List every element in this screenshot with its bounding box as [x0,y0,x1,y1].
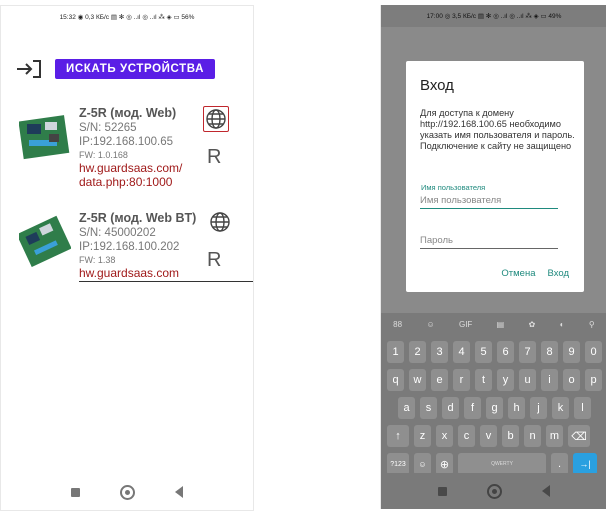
key-row-4: ?123 ☺ ⊕ QWERTY . →| [387,453,597,475]
key[interactable]: o [563,369,580,391]
key[interactable]: h [508,397,525,419]
key[interactable]: e [431,369,448,391]
key[interactable]: u [519,369,536,391]
key[interactable]: a [398,397,415,419]
r-button[interactable]: R [207,249,221,272]
status-bar: 17:00 ◎ 3,5 КБ/с ▤ ✻ ◎ ..ıl ◎ ..ıl ⁂ ◈ ▭… [381,5,606,27]
controller-board-image [16,215,72,268]
key[interactable]: 1 [387,341,404,363]
toolbar-theme-icon[interactable]: ◐ [560,320,565,329]
toolbar-clipboard-icon[interactable]: ▤ [497,320,505,329]
space-key[interactable]: QWERTY [458,453,546,475]
key[interactable]: s [420,397,437,419]
controller-board-image [18,112,71,164]
key[interactable]: 9 [563,341,580,363]
symbols-key[interactable]: ?123 [387,453,409,475]
key[interactable]: r [453,369,470,391]
key[interactable]: n [524,425,541,447]
back-button[interactable] [175,486,183,498]
system-nav-bar [1,474,253,510]
key[interactable]: 2 [409,341,426,363]
home-button[interactable] [487,483,502,499]
device-link[interactable]: hw.guardsaas.com [79,266,253,282]
enter-key[interactable]: →| [573,453,597,475]
key[interactable]: d [442,397,459,419]
login-button[interactable]: Вход [548,268,570,279]
dialog-actions: Отмена Вход [501,268,569,279]
home-button[interactable] [120,484,135,500]
key[interactable]: 8 [541,341,558,363]
globe-icon[interactable] [209,211,231,233]
dialog-title: Вход [420,77,454,94]
toolbar-gif-button[interactable]: GIF [459,320,472,329]
key[interactable]: t [475,369,492,391]
language-key[interactable]: ⊕ [436,453,453,475]
toolbar-apps-icon[interactable]: 88 [393,320,402,329]
key-row-numbers: 1 2 3 4 5 6 7 8 9 0 [387,341,602,363]
login-icon[interactable] [15,58,43,80]
search-devices-button[interactable]: ИСКАТЬ УСТРОЙСТВА [55,59,216,79]
password-input[interactable] [420,235,558,249]
period-key[interactable]: . [551,453,568,475]
emoji-key[interactable]: ☺ [414,453,431,475]
key[interactable]: f [464,397,481,419]
left-phone-screen: 15:32 ◉ 0,3 КБ/с ▤ ✻ ◎ ..ıl ◎ ..ıl ⁂ ◈ ▭… [0,5,254,511]
key[interactable]: g [486,397,503,419]
key[interactable]: 0 [585,341,602,363]
back-button[interactable] [542,485,550,497]
shift-key[interactable]: ↑ [387,425,409,447]
key[interactable]: 7 [519,341,536,363]
recents-button[interactable] [438,486,447,496]
backspace-key[interactable]: ⌫ [568,425,590,447]
key[interactable]: 4 [453,341,470,363]
key[interactable]: 3 [431,341,448,363]
username-input[interactable] [420,195,558,209]
login-dialog: Вход Для доступа к домену http://192.168… [406,61,584,292]
key[interactable]: x [436,425,453,447]
key[interactable]: q [387,369,404,391]
right-phone-screen: 17:00 ◎ 3,5 КБ/с ▤ ✻ ◎ ..ıl ◎ ..ıl ⁂ ◈ ▭… [380,5,606,509]
username-label: Имя пользователя [421,183,486,192]
dialog-message: Для доступа к домену http://192.168.100.… [420,108,575,151]
device-link-path[interactable]: data.php:80:1000 [79,175,239,189]
key[interactable]: b [502,425,519,447]
toolbar-mic-icon[interactable]: ⚲ [589,320,595,329]
key[interactable]: j [530,397,547,419]
r-button[interactable]: R [207,146,221,169]
key[interactable]: 6 [497,341,514,363]
key[interactable]: k [552,397,569,419]
key[interactable]: p [585,369,602,391]
app-header: ИСКАТЬ УСТРОЙСТВА [15,58,216,80]
status-bar: 15:32 ◉ 0,3 КБ/с ▤ ✻ ◎ ..ıl ◎ ..ıl ⁂ ◈ ▭… [1,6,253,28]
key[interactable]: i [541,369,558,391]
key[interactable]: y [497,369,514,391]
key[interactable]: w [409,369,426,391]
key-row-1: q w e r t y u i o p [387,369,602,391]
key-row-2: a s d f g h j k l [398,397,591,419]
system-nav-bar [381,473,606,509]
key[interactable]: l [574,397,591,419]
toolbar-emoji-icon[interactable]: ☺ [426,320,434,329]
key[interactable]: z [414,425,431,447]
recents-button[interactable] [71,487,80,497]
key[interactable]: 5 [475,341,492,363]
key[interactable]: m [546,425,563,447]
key[interactable]: v [480,425,497,447]
toolbar-settings-icon[interactable]: ✿ [529,320,536,329]
globe-icon[interactable] [205,108,227,130]
key-row-3: ↑ z x c v b n m ⌫ [387,425,590,447]
keyboard-toolbar: 88 ☺ GIF ▤ ✿ ◐ ⚲ [381,313,606,335]
cancel-button[interactable]: Отмена [501,268,535,279]
key[interactable]: c [458,425,475,447]
keyboard: 88 ☺ GIF ▤ ✿ ◐ ⚲ 1 2 3 4 5 6 7 8 9 0 q w… [381,313,606,475]
